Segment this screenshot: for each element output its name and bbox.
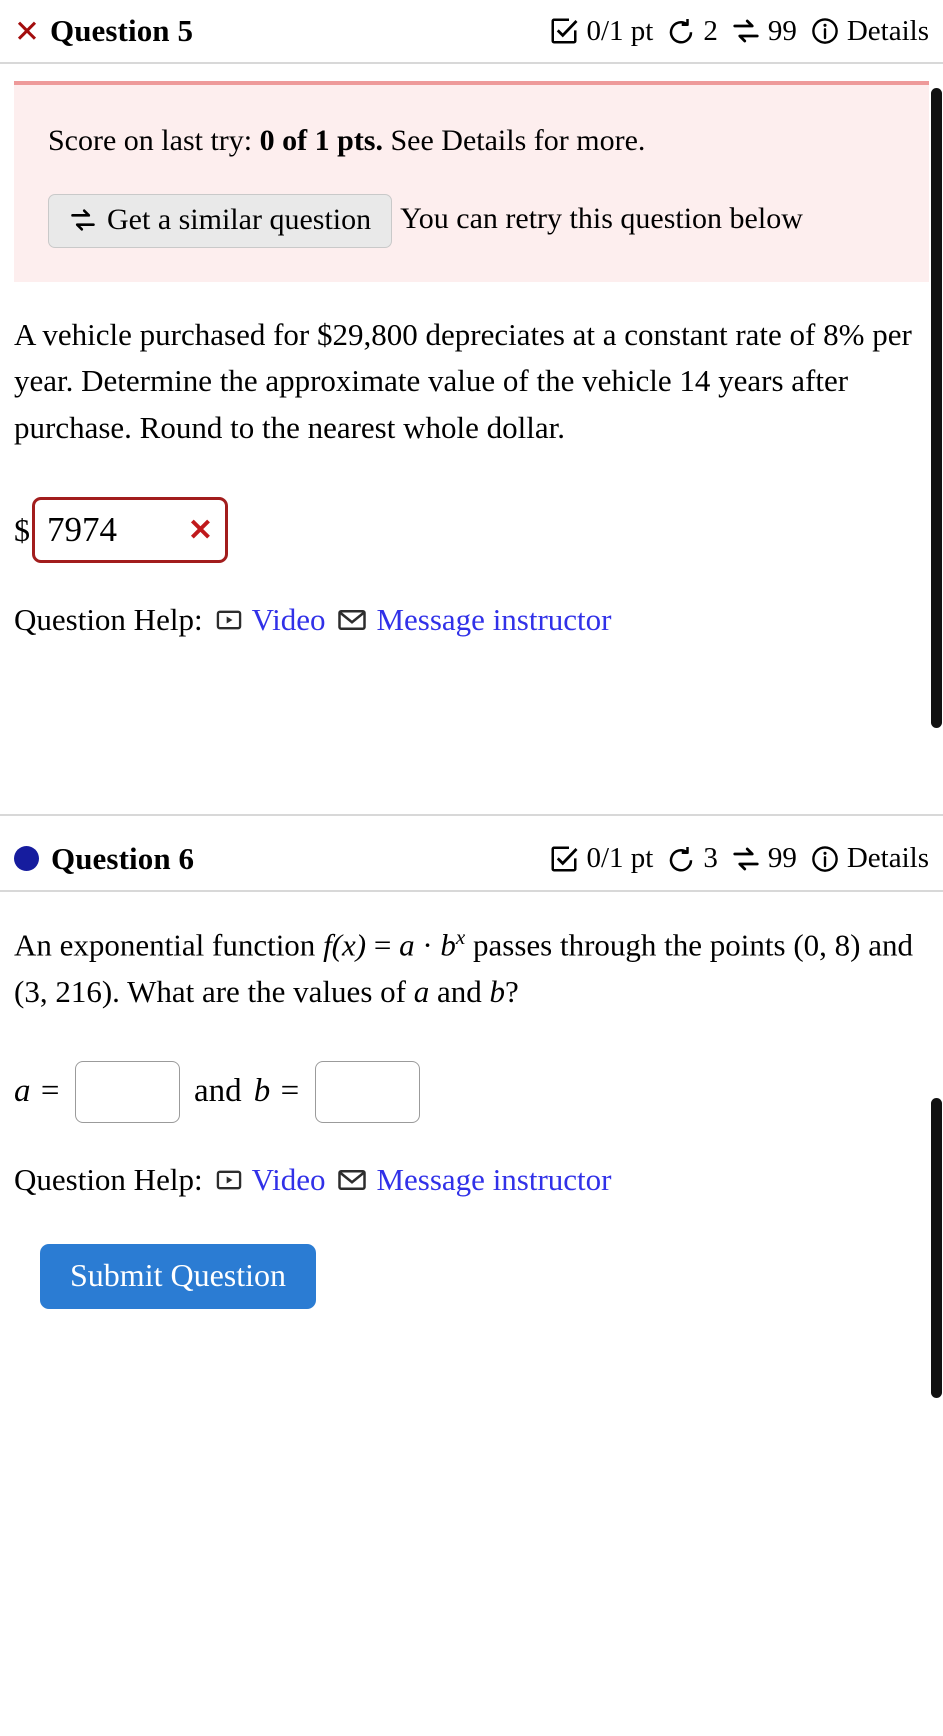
question-6-prompt: An exponential function f(x) = a · bx pa…	[14, 922, 929, 1015]
math-a: a	[399, 927, 415, 963]
message-instructor-label: Message instructor	[376, 1162, 612, 1198]
divider	[0, 813, 943, 816]
question-6-answer-row: a = and b =	[14, 1061, 929, 1124]
message-instructor-label: Message instructor	[376, 602, 612, 638]
divider	[0, 889, 943, 892]
question-5-title: Question 5	[49, 13, 194, 48]
answer-input-q5[interactable]: 7974 ✕	[32, 497, 228, 564]
question-6-body: An exponential function f(x) = a · bx pa…	[0, 922, 943, 1309]
answer-input-b[interactable]	[314, 1061, 420, 1124]
message-instructor-link-q6[interactable]: Message instructor	[337, 1157, 612, 1204]
envelope-icon	[337, 605, 367, 635]
question-6-status-group: 0/1 pt 3 99 Details	[549, 842, 929, 875]
attempts-stat: 2	[666, 15, 718, 48]
message-instructor-link-q5[interactable]: Message instructor	[337, 597, 612, 644]
similar-stat: 99	[731, 842, 797, 875]
details-link[interactable]: Details	[810, 15, 929, 48]
video-play-icon	[215, 606, 243, 634]
score-stat: 0/1 pt	[549, 15, 653, 48]
question-help-label: Question Help:	[14, 602, 203, 638]
prompt-var-b: b	[489, 973, 505, 1009]
attempts-value: 2	[703, 14, 718, 47]
math-b: b	[440, 927, 456, 963]
score-value: 0/1 pt	[586, 842, 654, 875]
info-circle-icon	[810, 844, 840, 874]
question-5-help-row: Question Help: Video Message instructor	[14, 597, 929, 644]
scrollbar-q5[interactable]	[930, 88, 943, 728]
math-f-of-x: f(x)	[323, 927, 367, 963]
question-5-body: A vehicle purchased for $29,800 deprecia…	[0, 312, 943, 644]
question-5-header: ✕ Question 5 0/1 pt 2 99 Details	[0, 0, 943, 62]
get-similar-question-button[interactable]: Get a similar question	[48, 193, 393, 248]
math-exponent-x: x	[455, 924, 466, 949]
question-help-label: Question Help:	[14, 1162, 203, 1198]
alert-score-line: Score on last try: 0 of 1 pts. See Detai…	[48, 115, 895, 167]
label-b-equals: b =	[253, 1073, 301, 1110]
undo-arrow-icon	[666, 844, 696, 874]
alert-score: 0 of 1 pts.	[259, 124, 383, 157]
divider	[0, 62, 943, 64]
prompt-part1: An exponential function	[14, 927, 324, 963]
prompt-var-a: a	[413, 973, 430, 1009]
video-play-icon	[215, 1166, 243, 1194]
details-label: Details	[846, 14, 929, 47]
similar-stat: 99	[731, 15, 797, 48]
attempts-stat: 3	[666, 842, 718, 875]
incorrect-x-icon: ✕	[14, 13, 40, 49]
alert-lead: Score on last try:	[48, 124, 253, 157]
alert-trail: See Details for more.	[390, 124, 646, 157]
details-link[interactable]: Details	[810, 842, 929, 875]
envelope-icon	[337, 1165, 367, 1195]
undo-arrow-icon	[666, 16, 696, 46]
answer-value-q5: 7974	[47, 509, 117, 549]
math-dot: ·	[422, 927, 433, 963]
retry-text: You can retry this question below	[400, 201, 803, 235]
get-similar-question-label: Get a similar question	[107, 202, 372, 236]
question-5-answer-row: $ 7974 ✕	[14, 497, 929, 564]
retry-row: Get a similar question You can retry thi…	[48, 193, 895, 248]
label-and: and	[194, 1073, 242, 1110]
prompt-and: and	[429, 973, 490, 1009]
details-label: Details	[846, 842, 929, 875]
score-stat: 0/1 pt	[549, 842, 653, 875]
video-link-q5[interactable]: Video	[215, 597, 326, 644]
dollar-sign-label: $	[14, 512, 30, 549]
answer-incorrect-icon: ✕	[187, 513, 213, 547]
question-6-help-row: Question Help: Video Message instructor	[14, 1157, 929, 1204]
video-label: Video	[251, 1162, 326, 1198]
checkbox-icon	[549, 844, 579, 874]
info-circle-icon	[810, 16, 840, 46]
question-5-status-group: 0/1 pt 2 99 Details	[549, 15, 929, 48]
scrollbar-thumb-q5[interactable]	[931, 88, 942, 728]
prompt-qmark: ?	[504, 973, 519, 1009]
checkbox-icon	[549, 16, 579, 46]
swap-arrows-icon	[731, 844, 761, 874]
answer-input-a[interactable]	[75, 1061, 181, 1124]
similar-value: 99	[767, 14, 797, 47]
video-label: Video	[251, 602, 326, 638]
question-5-prompt: A vehicle purchased for $29,800 deprecia…	[14, 316, 912, 445]
submit-question-button[interactable]: Submit Question	[40, 1243, 317, 1309]
swap-arrows-icon	[69, 206, 97, 234]
score-value: 0/1 pt	[586, 14, 654, 47]
label-a-equals: a =	[14, 1073, 62, 1110]
swap-arrows-icon	[731, 16, 761, 46]
attempts-value: 3	[703, 842, 718, 875]
question-6-title: Question 6	[51, 840, 195, 876]
similar-value: 99	[767, 842, 797, 875]
math-equals: =	[373, 927, 392, 963]
retry-alert: Score on last try: 0 of 1 pts. See Detai…	[14, 81, 929, 282]
scrollbar-thumb-q6[interactable]	[931, 1098, 942, 1398]
video-link-q6[interactable]: Video	[215, 1157, 326, 1204]
scrollbar-q6[interactable]	[930, 1098, 943, 1398]
question-6-header: Question 6 0/1 pt 3 99 Details	[0, 828, 943, 890]
current-question-dot-icon	[14, 846, 39, 872]
